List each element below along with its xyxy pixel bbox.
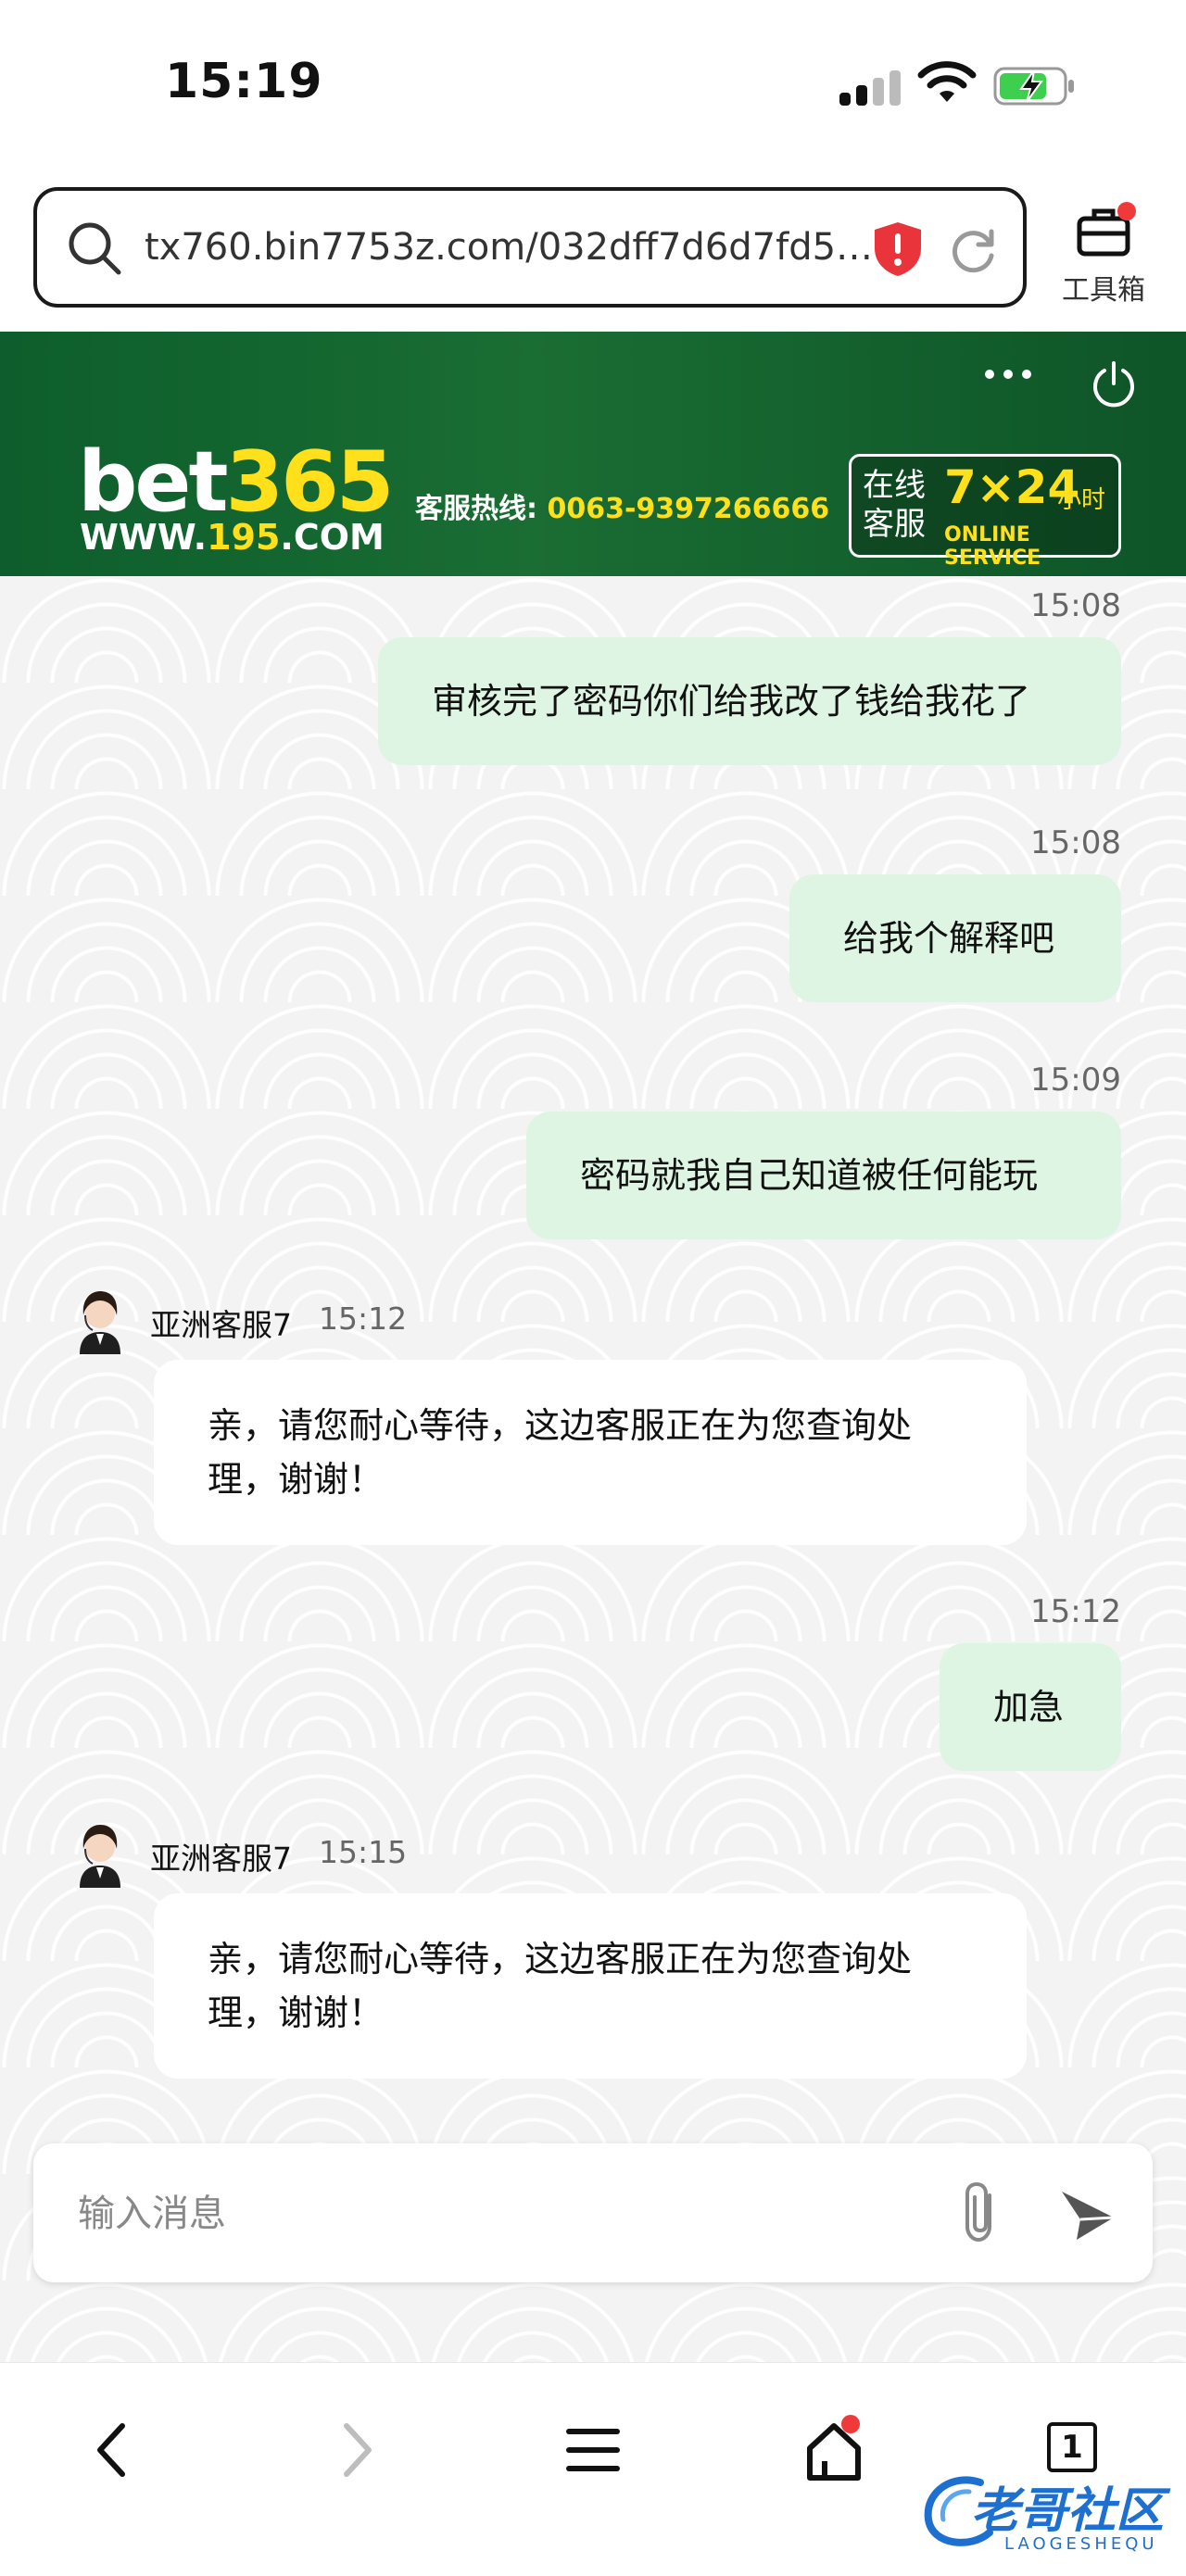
online-service-badge: 在线客服 7×24 小时 ONLINE SERVICE xyxy=(849,454,1121,570)
search-icon xyxy=(69,222,121,275)
status-bar: 15:19 xyxy=(0,0,1186,176)
url-text[interactable]: tx760.bin7753z.com/032dff7d6d7fd55j... xyxy=(145,224,893,270)
battery-charging-icon xyxy=(993,67,1074,106)
bet365-logo: bet365 xyxy=(78,434,394,531)
notification-dot xyxy=(841,2415,860,2433)
incoming-message[interactable]: 亲，请您耐心等待，这边客服正在为您查询处理，谢谢！ xyxy=(154,1360,1027,1545)
message-timestamp: 15:15 xyxy=(319,1834,408,1870)
outgoing-message[interactable]: 密码就我自己知道被任何能玩 xyxy=(526,1112,1121,1239)
hotline-number: 0063-9397266666 xyxy=(547,493,830,525)
message-timestamp: 15:12 xyxy=(319,1301,408,1337)
status-time: 15:19 xyxy=(165,54,323,109)
toolbox-label: 工具箱 xyxy=(1062,274,1145,307)
wifi-icon xyxy=(917,61,977,102)
agent-name: 亚洲客服7 xyxy=(150,1841,292,1877)
more-icon[interactable] xyxy=(982,367,1034,382)
watermark-logo: 老哥社区 LAOGESHEQU xyxy=(915,2464,1179,2566)
home-button[interactable] xyxy=(797,2413,871,2487)
home-icon xyxy=(807,2423,861,2481)
incoming-message[interactable]: 亲，请您耐心等待，这边客服正在为您查询处理，谢谢！ xyxy=(154,1893,1027,2079)
avatar xyxy=(80,1825,120,1888)
toolbox-button[interactable]: 工具箱 xyxy=(1053,202,1154,313)
message-timestamp: 15:08 xyxy=(1030,824,1121,861)
message-timestamp: 15:09 xyxy=(1030,1062,1121,1099)
message-timestamp: 15:12 xyxy=(1030,1593,1121,1630)
outgoing-message[interactable]: 加急 xyxy=(940,1643,1121,1771)
reload-icon[interactable] xyxy=(947,224,999,276)
shield-icon[interactable] xyxy=(873,220,923,278)
message-composer xyxy=(33,2143,1153,2282)
cellular-signal-icon xyxy=(839,69,901,106)
forward-icon[interactable] xyxy=(319,2413,393,2487)
menu-icon[interactable] xyxy=(556,2413,630,2487)
notification-dot xyxy=(1117,202,1136,220)
back-icon[interactable] xyxy=(76,2413,150,2487)
paperclip-icon[interactable] xyxy=(956,2180,1008,2245)
message-timestamp: 15:08 xyxy=(1030,587,1121,624)
message-input[interactable] xyxy=(78,2186,912,2242)
send-icon[interactable] xyxy=(1058,2188,1117,2243)
address-bar[interactable]: tx760.bin7753z.com/032dff7d6d7fd55j... xyxy=(33,187,1027,308)
hotline: 客服热线: 0063-9397266666 xyxy=(415,493,830,525)
chat-message-list[interactable]: 15:08 审核完了密码你们给我改了钱给我花了 15:08 给我个解释吧 15:… xyxy=(0,576,1186,2362)
outgoing-message[interactable]: 审核完了密码你们给我改了钱给我花了 xyxy=(378,637,1121,765)
avatar xyxy=(80,1291,120,1354)
logo-site-url: WWW.195.COM xyxy=(80,517,385,558)
agent-name: 亚洲客服7 xyxy=(150,1307,292,1343)
power-icon[interactable] xyxy=(1090,359,1138,408)
outgoing-message[interactable]: 给我个解释吧 xyxy=(789,874,1121,1002)
site-header-banner: bet365 WWW.195.COM 客服热线: 0063-9397266666… xyxy=(0,332,1186,576)
